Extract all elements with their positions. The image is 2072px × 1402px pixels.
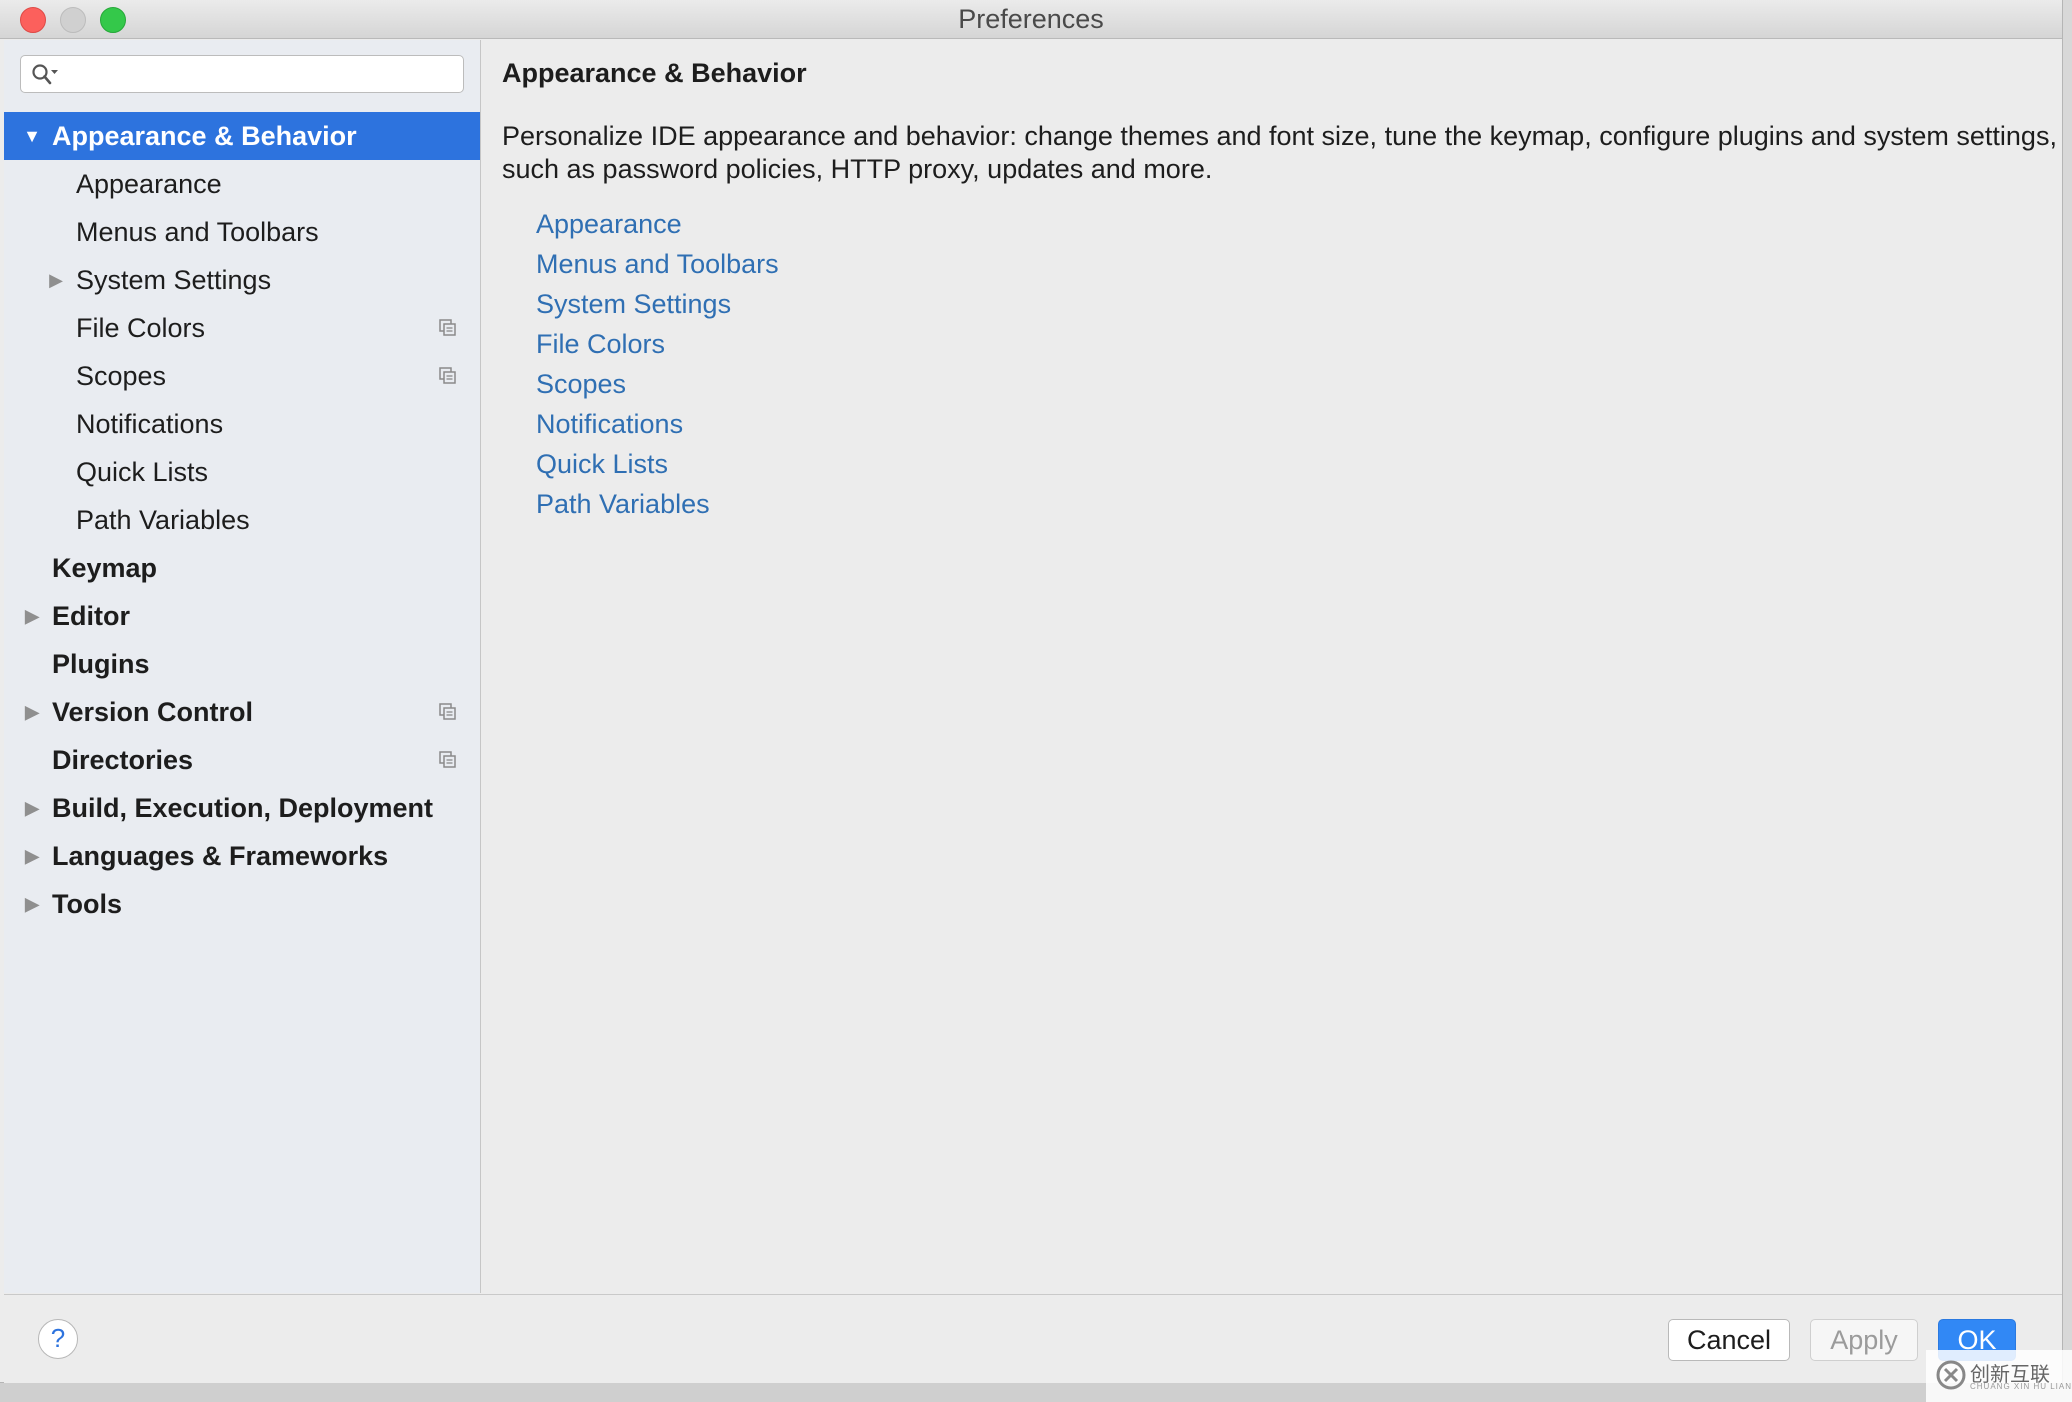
link-quick-lists[interactable]: Quick Lists [536, 444, 779, 484]
collapsed-arrow-icon[interactable]: ▶ [22, 880, 42, 928]
tree-item-directories[interactable]: Directories [4, 736, 480, 784]
tree-item-label: Appearance & Behavior [52, 121, 357, 151]
copy-icon [439, 703, 456, 720]
tree-item-label: Plugins [52, 649, 150, 679]
collapsed-arrow-icon[interactable]: ▶ [22, 592, 42, 640]
tree-item-label: System Settings [76, 265, 272, 295]
tree-item-build-execution-deployment[interactable]: ▶ Build, Execution, Deployment [4, 784, 480, 832]
copy-icon [439, 319, 456, 336]
tree-item-label: Build, Execution, Deployment [52, 793, 434, 823]
copy-icon [439, 751, 456, 768]
help-button[interactable]: ? [38, 1319, 78, 1359]
tree-item-label: Appearance [76, 169, 222, 199]
cancel-button[interactable]: Cancel [1668, 1319, 1790, 1361]
copy-icon [439, 367, 456, 384]
tree-item-file-colors[interactable]: File Colors [4, 304, 480, 352]
tree-item-scopes[interactable]: Scopes [4, 352, 480, 400]
tree-item-languages-and-frameworks[interactable]: ▶ Languages & Frameworks [4, 832, 480, 880]
link-file-colors[interactable]: File Colors [536, 324, 779, 364]
tree-item-label: Notifications [76, 409, 224, 439]
link-system-settings[interactable]: System Settings [536, 284, 779, 324]
tree-item-label: Quick Lists [76, 457, 209, 487]
tree-item-label: Directories [52, 745, 194, 775]
settings-sidebar: ▼ Appearance & Behavior Appearance Menus an… [4, 40, 481, 1293]
tree-item-label: Keymap [52, 553, 158, 583]
tree-item-keymap[interactable]: Keymap [4, 544, 480, 592]
tree-item-label: Editor [52, 601, 130, 631]
tree-item-label: Path Variables [76, 505, 250, 535]
link-notifications[interactable]: Notifications [536, 404, 779, 444]
tree-item-notifications[interactable]: Notifications [4, 400, 480, 448]
expanded-arrow-icon[interactable]: ▼ [22, 112, 42, 160]
tree-item-tools[interactable]: ▶ Tools [4, 880, 480, 928]
tree-item-appearance-and-behavior[interactable]: ▼ Appearance & Behavior [4, 112, 480, 160]
window-title: Preferences [958, 4, 1104, 34]
tree-item-editor[interactable]: ▶ Editor [4, 592, 480, 640]
background-window-strip [0, 1383, 2072, 1402]
tree-item-path-variables[interactable]: Path Variables [4, 496, 480, 544]
subpage-links: Appearance Menus and Toolbars System Setti… [536, 204, 779, 524]
link-scopes[interactable]: Scopes [536, 364, 779, 404]
tree-item-label: Tools [52, 889, 122, 919]
search-input[interactable] [69, 59, 455, 91]
link-path-variables[interactable]: Path Variables [536, 484, 779, 524]
tree-item-appearance[interactable]: Appearance [4, 160, 480, 208]
search-box[interactable] [20, 55, 464, 93]
link-menus-and-toolbars[interactable]: Menus and Toolbars [536, 244, 779, 284]
watermark-subtext: CHUANG XIN HU LIAN [1970, 1382, 2072, 1391]
tree-item-label: File Colors [76, 313, 206, 343]
dialog-footer: ? Cancel Apply OK [4, 1294, 2062, 1383]
settings-tree: ▼ Appearance & Behavior Appearance Menus an… [4, 112, 480, 928]
link-appearance[interactable]: Appearance [536, 204, 779, 244]
tree-item-label: Scopes [76, 361, 167, 391]
search-icon[interactable] [31, 63, 59, 87]
tree-item-quick-lists[interactable]: Quick Lists [4, 448, 480, 496]
tree-item-label: Version Control [52, 697, 254, 727]
tree-item-plugins[interactable]: Plugins [4, 640, 480, 688]
tree-item-system-settings[interactable]: ▶ System Settings [4, 256, 480, 304]
watermark: 创新互联 CHUANG XIN HU LIAN [1926, 1350, 2072, 1402]
collapsed-arrow-icon[interactable]: ▶ [46, 256, 66, 304]
tree-item-label: Menus and Toolbars [76, 217, 319, 247]
apply-button[interactable]: Apply [1810, 1319, 1918, 1361]
collapsed-arrow-icon[interactable]: ▶ [22, 688, 42, 736]
tree-item-label: Languages & Frameworks [52, 841, 389, 871]
page-title: Appearance & Behavior [502, 58, 807, 88]
page-description: Personalize IDE appearance and behavior:… [502, 121, 2057, 184]
collapsed-arrow-icon[interactable]: ▶ [22, 784, 42, 832]
preferences-window: Preferences ▼ Appearance & Behavior Appear… [0, 0, 2063, 1383]
tree-item-menus-and-toolbars[interactable]: Menus and Toolbars [4, 208, 480, 256]
content-panel: Appearance & Behavior Personalize IDE ap… [481, 40, 2057, 1293]
collapsed-arrow-icon[interactable]: ▶ [22, 832, 42, 880]
title-bar: Preferences [0, 0, 2062, 39]
watermark-logo-icon [1936, 1360, 1966, 1390]
tree-item-version-control[interactable]: ▶ Version Control [4, 688, 480, 736]
